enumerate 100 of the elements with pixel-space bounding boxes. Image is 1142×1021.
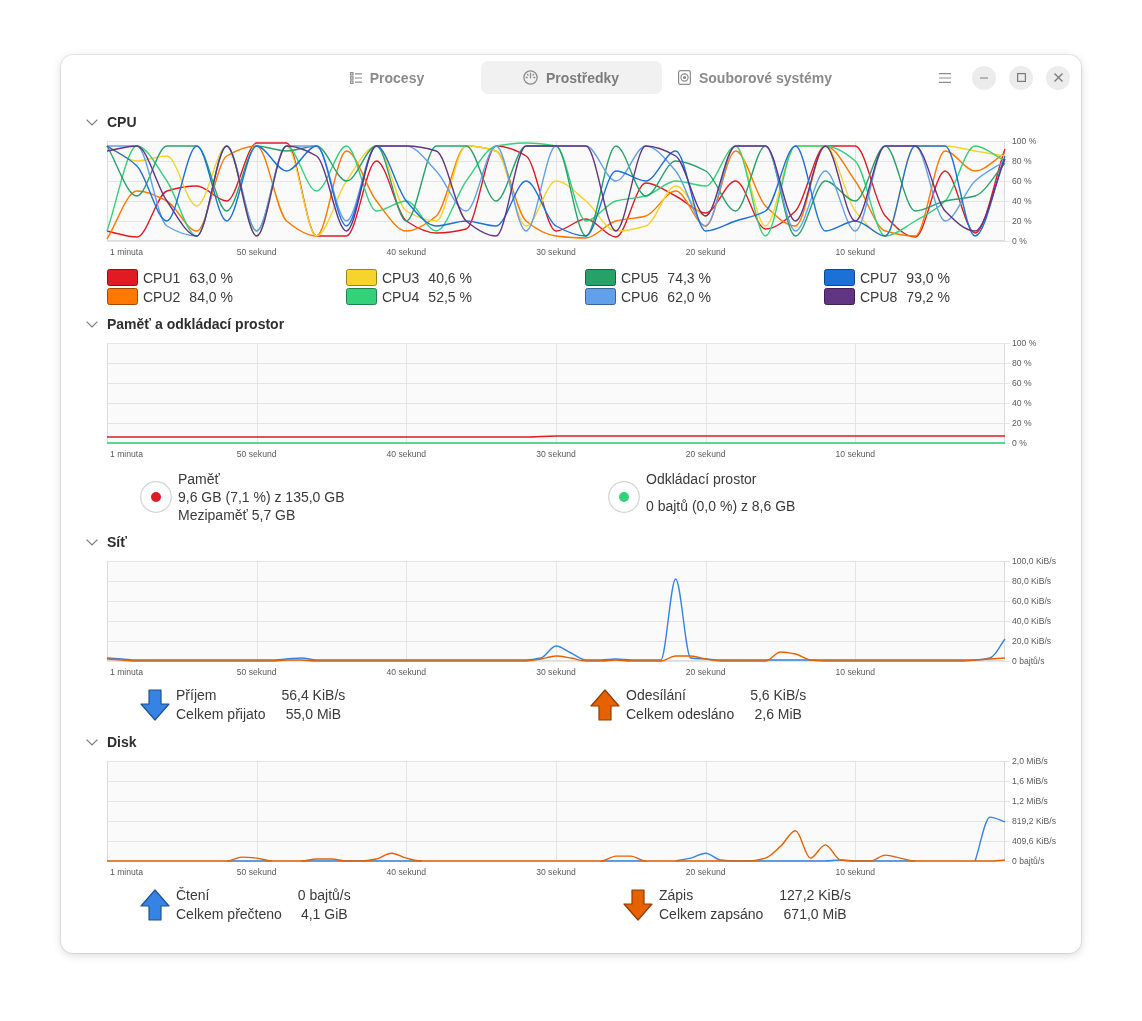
legend-label: CPU8 [860,288,898,305]
line-series [106,830,1006,862]
axis-label: 40 % [1012,397,1032,408]
axis-label: 1 minuta [110,667,143,677]
axis-label: 20 % [1012,215,1032,226]
axis-label: 100 % [1012,135,1037,146]
axis-label: 10 sekund [835,867,876,877]
axis-label: 0 bajtů/s [1012,655,1045,666]
section-expander[interactable]: Síť [86,532,127,552]
total-label: Celkem odesláno [626,705,735,724]
legend-value: 40,6 % [428,269,472,286]
axis-label: 20 sekund [685,449,726,459]
axis-label: 20 sekund [685,247,726,257]
axis-label: 819,2 KiB/s [1012,815,1056,826]
rate-value: 0 bajtů/s [297,886,351,905]
rate-value: 56,4 KiB/s [281,686,346,705]
axis-label: 0 % [1012,235,1027,246]
axis-label: 1 minuta [110,867,143,877]
axis-label: 1,2 MiB/s [1012,795,1048,806]
legend-value: 52,5 % [428,288,472,305]
axis-label: 30 sekund [536,247,576,257]
total-value: 4,1 GiB [300,905,348,924]
section-expander[interactable]: Disk [86,732,137,752]
legend-value: 62,0 % [667,288,711,305]
axis-label: 60 % [1012,175,1032,186]
total-value: 2,6 MiB [754,705,802,724]
info-value: 9,6 GB (7,1 %) z 135,0 GB [178,488,345,506]
axis-label: 2,0 MiB/s [1012,755,1048,766]
axis-label: 1 minuta [110,247,143,257]
rate-value: 127,2 KiB/s [779,886,851,905]
axis-label: 20,0 KiB/s [1012,635,1052,646]
total-label: Celkem přijato [176,705,266,724]
usage-dot-icon [608,481,640,513]
axis-label: 40 sekund [386,449,427,459]
legend-value: 63,0 % [189,269,233,286]
axis-label: 40 % [1012,195,1032,206]
minimize-icon [980,76,988,79]
gauge-icon [522,70,538,85]
legend-value: 79,2 % [906,288,950,305]
close-button[interactable] [1046,65,1070,90]
axis-label: 30 sekund [536,667,576,677]
axis-label: 20 sekund [685,867,726,877]
axis-label: 50 sekund [236,247,277,257]
axis-label: 80 % [1012,155,1032,166]
rate-label: Příjem [176,686,218,705]
axis-label: 20 sekund [685,667,726,677]
info-value: Mezipaměť 5,7 GB [178,506,296,524]
maximize-icon [1016,73,1026,82]
rate-value: 5,6 KiB/s [750,686,807,705]
usage-dot-icon [140,481,172,513]
legend-value: 74,3 % [667,269,711,286]
rate-label: Zápis [659,886,695,905]
info-value: 0 bajtů (0,0 %) z 8,6 GB [646,497,796,515]
axis-label: 100,0 KiB/s [1012,555,1056,566]
axis-label: 1 minuta [110,449,143,459]
legend-value: 84,0 % [189,288,233,305]
legend-label: CPU7 [860,269,898,286]
rate-label: Čtení [176,886,211,905]
tab[interactable]: Prostředky [480,61,662,94]
line-series [106,651,1006,662]
axis-label: 30 sekund [536,867,576,877]
legend-value: 93,0 % [906,269,950,286]
legend-label: CPU6 [621,288,659,305]
axis-label: 40 sekund [386,667,427,677]
info-label: Paměť [178,470,221,488]
disk-icon [677,70,691,85]
axis-label: 100 % [1012,337,1037,348]
axis-label: 80,0 KiB/s [1012,575,1052,586]
axis-label: 409,6 KiB/s [1012,835,1056,846]
axis-label: 40,0 KiB/s [1012,615,1052,626]
total-label: Celkem zapsáno [659,905,764,924]
axis-label: 50 sekund [236,667,277,677]
axis-label: 10 sekund [835,247,876,257]
menu-icon [939,72,951,83]
close-icon [1053,73,1063,82]
axis-label: 0 bajtů/s [1012,855,1045,866]
axis-label: 20 % [1012,417,1032,428]
legend-label: CPU2 [143,288,181,305]
section-expander[interactable]: Paměť a odkládací prostor [86,314,285,334]
axis-label: 10 sekund [835,449,876,459]
axis-label: 50 sekund [236,449,277,459]
axis-label: 40 sekund [386,247,427,257]
axis-label: 10 sekund [835,667,876,677]
total-value: 55,0 MiB [285,705,341,724]
axis-label: 60 % [1012,377,1032,388]
legend-label: CPU1 [143,269,181,286]
legend-label: CPU3 [382,269,420,286]
legend-label: CPU5 [621,269,659,286]
axis-label: 60,0 KiB/s [1012,595,1052,606]
section-expander[interactable]: CPU [86,112,137,132]
total-value: 671,0 MiB [783,905,847,924]
line-series [106,578,1006,661]
axis-label: 1,6 MiB/s [1012,775,1048,786]
axis-label: 40 sekund [386,867,427,877]
axis-label: 50 sekund [236,867,277,877]
maximize-button[interactable] [1009,65,1033,90]
list-icon [349,71,362,84]
axis-label: 0 % [1012,437,1027,448]
axis-label: 30 sekund [536,449,576,459]
info-label: Odkládací prostor [646,470,758,488]
